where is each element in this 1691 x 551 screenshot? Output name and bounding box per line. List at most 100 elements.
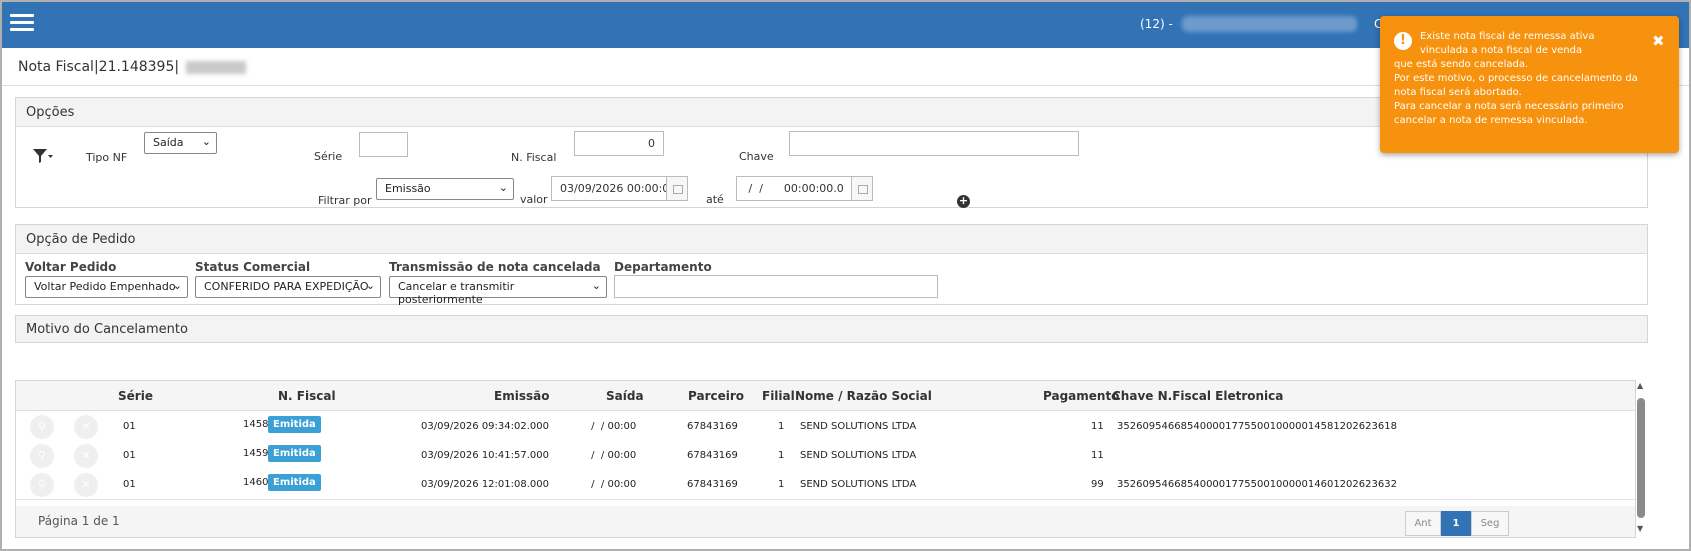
pager-info: Página 1 de 1 <box>38 514 120 528</box>
nfiscal-input[interactable]: 0 <box>574 131 664 156</box>
user-prefix: (12) - <box>1140 17 1173 31</box>
voltar-pedido-label: Voltar Pedido <box>25 260 117 274</box>
cell-emissao: 03/09/2026 10:41:57.000 <box>421 450 549 461</box>
status-badge: Emitida <box>268 416 321 433</box>
cell-serie: 01 <box>123 421 136 432</box>
status-badge: Emitida <box>268 445 321 462</box>
cancel-x-icon[interactable]: ✕ <box>74 473 98 497</box>
close-icon[interactable]: ✖ <box>1652 32 1665 50</box>
toast-line: Existe nota fiscal de remessa ativa <box>1420 31 1595 42</box>
redacted-title-suffix <box>186 61 246 74</box>
table-row[interactable]: ⚲ ✕ 01 1458 Emitida 03/09/2026 09:34:02.… <box>16 411 1635 442</box>
cell-emissao: 03/09/2026 09:34:02.000 <box>421 421 549 432</box>
tipo-nf-select[interactable]: Saída ⌄ <box>144 132 217 154</box>
app-window: (12) - C Nota Fiscal|21.148395| Opções T… <box>0 0 1691 551</box>
page-title: Nota Fiscal|21.148395| <box>18 59 180 75</box>
col-saida[interactable]: Saída <box>606 389 644 403</box>
col-chave[interactable]: Chave N.Fiscal Eletronica <box>1112 389 1283 403</box>
col-nome[interactable]: Nome / Razão Social <box>795 389 932 403</box>
search-icon[interactable]: ⚲ <box>30 444 54 468</box>
cell-nfiscal: 1459 <box>243 448 269 459</box>
cell-serie: 01 <box>123 450 136 461</box>
motivo-title: Motivo do Cancelamento <box>16 316 1647 342</box>
cell-pagamento: 11 <box>1091 421 1104 432</box>
next-page-button[interactable]: Seg <box>1471 511 1509 536</box>
cell-filial: 1 <box>778 450 785 461</box>
current-page-button[interactable]: 1 <box>1441 511 1471 536</box>
warning-icon: ! <box>1394 32 1412 50</box>
voltar-pedido-select[interactable]: Voltar Pedido Empenhado ⌄ <box>25 276 188 298</box>
calendar-icon[interactable] <box>851 176 873 201</box>
filtrar-por-select[interactable]: Emissão ⌄ <box>376 178 514 200</box>
scroll-down-icon[interactable]: ▼ <box>1637 524 1643 533</box>
toast-line: que está sendo cancelada. <box>1394 59 1529 70</box>
cancel-x-icon[interactable]: ✕ <box>74 415 98 439</box>
serie-label: Série <box>314 150 343 163</box>
toast-line: cancelar a nota de remessa vinculada. <box>1394 115 1588 126</box>
cell-saida: / / 00:00 <box>588 421 637 432</box>
valor-date-input[interactable]: 03/09/2026 00:00:0 <box>551 176 667 201</box>
transmissao-select[interactable]: Cancelar e transmitir posteriormente ⌄ <box>389 276 607 306</box>
cancel-x-icon[interactable]: ✕ <box>74 444 98 468</box>
cell-pagamento: 99 <box>1091 479 1104 490</box>
table-row[interactable]: ⚲ ✕ 01 1459 Emitida 03/09/2026 10:41:57.… <box>16 440 1635 471</box>
prev-page-button[interactable]: Ant <box>1405 511 1441 536</box>
status-comercial-label: Status Comercial <box>195 260 311 274</box>
warning-toast: ! ✖ Existe nota fiscal de remessa ativa … <box>1380 16 1679 153</box>
toast-line: Para cancelar a nota será necessário pri… <box>1394 101 1624 112</box>
cell-nome: SEND SOLUTIONS LTDA <box>800 450 917 461</box>
col-pagamento[interactable]: Pagamento <box>1043 389 1119 403</box>
col-parceiro[interactable]: Parceiro <box>688 389 744 403</box>
transmissao-label: Transmissão de nota cancelada <box>389 260 601 274</box>
serie-input[interactable] <box>359 132 408 157</box>
ate-date-input[interactable]: / / 00:00:00.0 <box>736 176 852 201</box>
filter-icon[interactable] <box>32 148 54 164</box>
cell-parceiro: 67843169 <box>687 479 738 490</box>
status-comercial-select[interactable]: CONFERIDO PARA EXPEDIÇÃO ⌄ <box>195 276 381 298</box>
cell-saida: / / 00:00 <box>588 479 637 490</box>
calendar-icon[interactable] <box>666 176 688 201</box>
filtrar-por-label: Filtrar por <box>318 194 372 207</box>
scroll-up-icon[interactable]: ▲ <box>1637 381 1643 390</box>
cell-parceiro: 67843169 <box>687 450 738 461</box>
departamento-input[interactable] <box>614 275 938 298</box>
toast-line: nota fiscal será abortado. <box>1394 87 1522 98</box>
menu-icon[interactable] <box>10 14 34 32</box>
cell-chave: 3526095466854000017755001000001460120262… <box>1117 479 1397 490</box>
pedido-title: Opção de Pedido <box>16 225 1647 254</box>
nfiscal-label: N. Fiscal <box>511 151 557 164</box>
toast-line: Por este motivo, o processo de cancelame… <box>1394 73 1638 84</box>
cell-nome: SEND SOLUTIONS LTDA <box>800 479 917 490</box>
toast-line: vinculada a nota fiscal de venda <box>1420 45 1583 56</box>
cell-serie: 01 <box>123 479 136 490</box>
motivo-panel[interactable]: Motivo do Cancelamento <box>15 315 1648 343</box>
cell-emissao: 03/09/2026 12:01:08.000 <box>421 479 549 490</box>
scrollbar-thumb[interactable] <box>1637 398 1645 518</box>
table-row[interactable]: ⚲ ✕ 01 1460 Emitida 03/09/2026 12:01:08.… <box>16 469 1635 500</box>
grid-scrollbar[interactable]: ▲ ▼ <box>1636 380 1646 538</box>
chevron-down-icon: ⌄ <box>498 181 508 194</box>
cell-filial: 1 <box>778 479 785 490</box>
col-filial[interactable]: Filial <box>762 389 795 403</box>
ate-label: até <box>706 193 724 206</box>
chevron-down-icon: ⌄ <box>591 279 601 292</box>
col-serie[interactable]: Série <box>118 389 153 403</box>
col-emissao[interactable]: Emissão <box>494 389 549 403</box>
plus-circle-icon[interactable]: + <box>957 195 970 208</box>
cell-filial: 1 <box>778 421 785 432</box>
chave-input[interactable] <box>789 131 1079 156</box>
chave-label: Chave <box>739 150 774 163</box>
chevron-down-icon: ⌄ <box>172 279 182 292</box>
search-icon[interactable]: ⚲ <box>30 415 54 439</box>
cell-parceiro: 67843169 <box>687 421 738 432</box>
grid-header: Série N. Fiscal Emissão Saída Parceiro F… <box>16 381 1635 411</box>
tipo-nf-label: Tipo NF <box>86 151 128 164</box>
redacted-user-name <box>1182 16 1357 32</box>
search-icon[interactable]: ⚲ <box>30 473 54 497</box>
departamento-label: Departamento <box>614 260 712 274</box>
col-nfiscal[interactable]: N. Fiscal <box>278 389 336 403</box>
chevron-down-icon: ⌄ <box>201 135 211 148</box>
cell-pagamento: 11 <box>1091 450 1104 461</box>
cell-nfiscal: 1460 <box>243 477 269 488</box>
valor-label: valor <box>520 193 548 206</box>
